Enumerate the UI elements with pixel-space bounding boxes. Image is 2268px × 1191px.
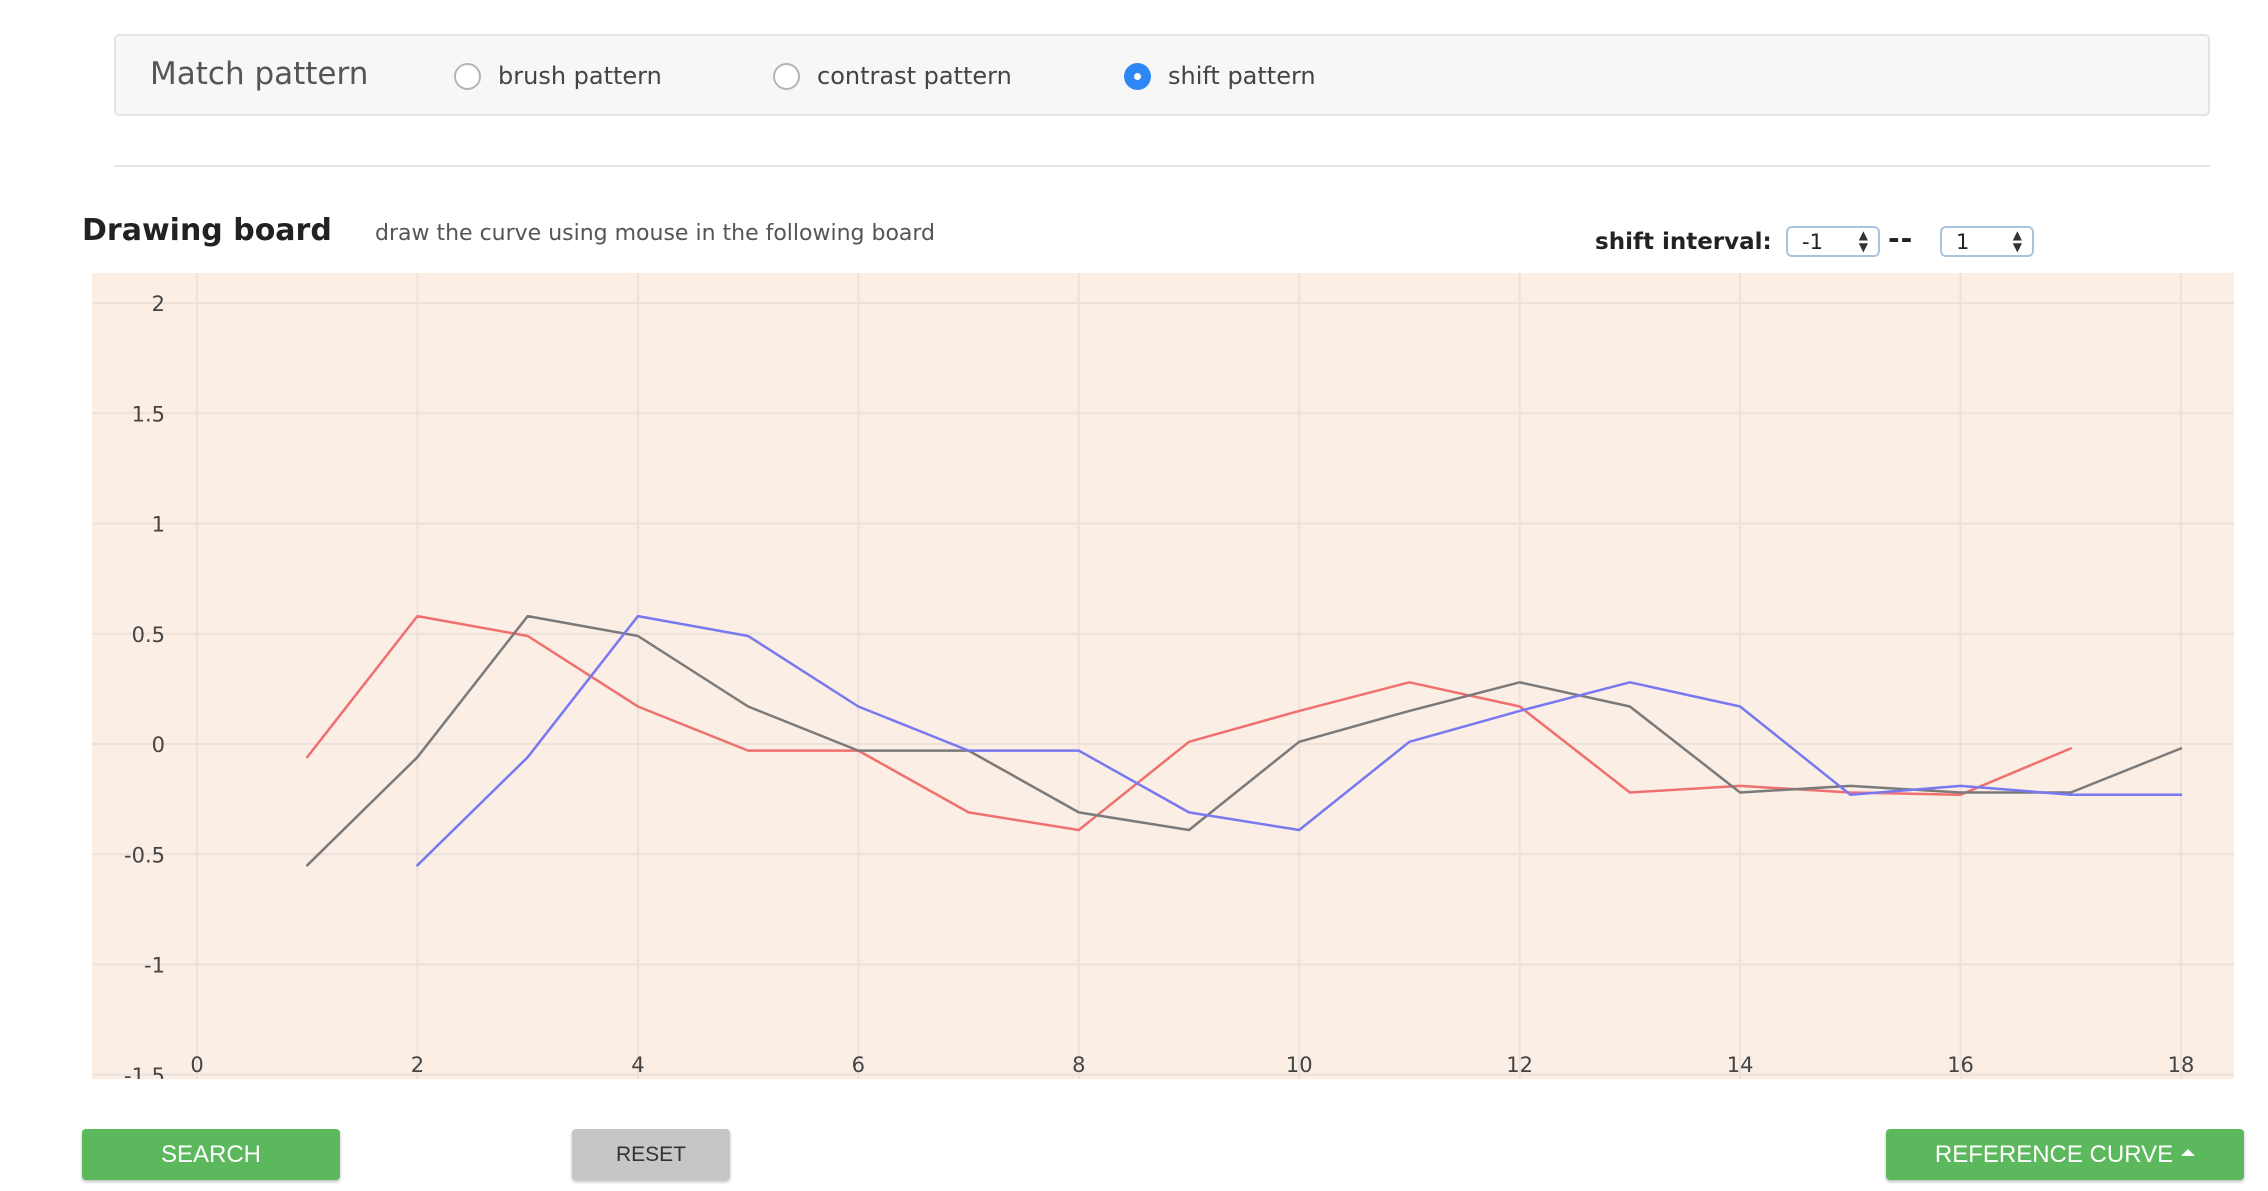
x-tick-label: 10 xyxy=(1286,1053,1313,1077)
x-tick-label: 2 xyxy=(411,1053,424,1077)
radio-option-shift-pattern[interactable]: shift pattern xyxy=(1124,62,1316,90)
radio-shift-pattern[interactable] xyxy=(1124,62,1151,90)
caret-up-icon xyxy=(2181,1149,2196,1157)
radio-label-brush-pattern: brush pattern xyxy=(498,62,662,90)
shift-interval-to-select[interactable]: 1 ▲ ▼ xyxy=(1940,226,2034,257)
match-pattern-title: Match pattern xyxy=(150,56,369,92)
radio-contrast-pattern[interactable] xyxy=(773,62,800,90)
shift-interval-to-value: 1 xyxy=(1956,230,1970,254)
radio-brush-pattern[interactable] xyxy=(454,62,481,90)
shift-interval-separator: -- xyxy=(1888,222,1914,255)
y-tick-label: 1 xyxy=(152,513,165,537)
x-tick-label: 12 xyxy=(1506,1053,1533,1077)
select-arrows-icon: ▲ ▼ xyxy=(1858,228,1868,254)
reset-button[interactable]: RESET xyxy=(572,1129,730,1180)
reference-curve-button[interactable]: REFERENCE CURVE xyxy=(1886,1129,2244,1180)
x-tick-label: 14 xyxy=(1727,1053,1754,1077)
radio-option-contrast-pattern[interactable]: contrast pattern xyxy=(773,62,1012,90)
radio-option-brush-pattern[interactable]: brush pattern xyxy=(454,62,662,90)
reset-button-label: RESET xyxy=(615,1143,686,1166)
shift-interval-label: shift interval: xyxy=(1595,229,1772,255)
drawing-board-chart[interactable]: 0 2 4 6 8 10 12 14 16 18 -1.5 -1 -0.5 0 0.5 1 1.5 2 xyxy=(92,273,2234,1079)
plot-background xyxy=(92,273,2234,1079)
y-tick-label: -0.5 xyxy=(124,843,165,867)
section-divider xyxy=(114,165,2210,167)
shift-interval-from-select[interactable]: -1 ▲ ▼ xyxy=(1786,226,1880,257)
y-tick-label: 2 xyxy=(152,292,165,316)
y-tick-label: -1 xyxy=(144,954,165,978)
drawing-board-title: Drawing board xyxy=(82,213,332,248)
y-tick-label: 0.5 xyxy=(132,623,165,647)
drawing-board[interactable]: 0 2 4 6 8 10 12 14 16 18 -1.5 -1 -0.5 0 0.5 1 1.5 2 xyxy=(92,273,2234,1079)
match-pattern-panel: Match pattern brush pattern contrast pat… xyxy=(114,34,2210,116)
reference-curve-button-label: REFERENCE CURVE xyxy=(1934,1141,2174,1168)
search-button[interactable]: SEARCH xyxy=(82,1129,340,1180)
x-tick-label: 18 xyxy=(2168,1053,2195,1077)
x-tick-label: 6 xyxy=(852,1053,865,1077)
select-arrows-icon: ▲ ▼ xyxy=(2012,228,2022,254)
drawing-board-subtitle: draw the curve using mouse in the follow… xyxy=(375,221,936,246)
y-tick-label: -1.5 xyxy=(124,1064,165,1079)
x-tick-label: 4 xyxy=(631,1053,644,1077)
x-tick-label: 0 xyxy=(190,1053,203,1077)
radio-label-shift-pattern: shift pattern xyxy=(1168,62,1316,90)
x-tick-label: 8 xyxy=(1072,1053,1085,1077)
radio-label-contrast-pattern: contrast pattern xyxy=(817,62,1012,90)
search-button-label: SEARCH xyxy=(160,1141,262,1168)
y-tick-label: 0 xyxy=(152,733,165,757)
shift-interval-from-value: -1 xyxy=(1802,230,1823,254)
y-tick-label: 1.5 xyxy=(132,402,165,426)
x-tick-label: 16 xyxy=(1947,1053,1974,1077)
